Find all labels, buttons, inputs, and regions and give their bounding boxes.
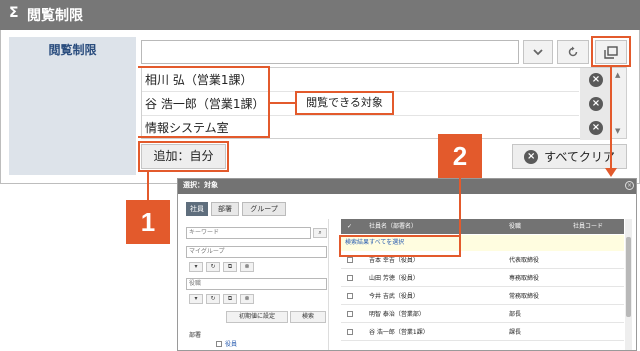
keyword-input[interactable]: キーワード [186, 227, 311, 239]
dialog-header: 選択：対象 × [178, 179, 636, 194]
code-column: 社員コード [573, 223, 604, 230]
popup-window-icon[interactable]: ⧉ [223, 262, 237, 272]
tab-employee[interactable]: 社員 [186, 202, 208, 216]
check-column[interactable]: ✓ [347, 219, 352, 234]
callout-connector [270, 102, 295, 104]
remove-icon: × [589, 73, 603, 87]
tab-group[interactable]: グループ [242, 202, 286, 216]
remove-icon: × [589, 121, 603, 135]
close-icon[interactable]: × [625, 181, 634, 190]
results-header: ✓ 社員名（部署名） 役職 社員コード [341, 219, 624, 234]
list-callout-label: 閲覧できる対象 [295, 91, 394, 115]
popup-window-icon[interactable]: ⧉ [223, 294, 237, 304]
table-row[interactable]: 今井 吉武（役員） 常務取締役 [341, 288, 624, 305]
select-all-highlight [339, 235, 461, 257]
row-checkbox[interactable] [347, 329, 353, 335]
list-scrollbar[interactable]: ▲ ▼ [611, 68, 626, 138]
chevron-down-icon[interactable]: ▾ [189, 294, 203, 304]
my-group-input[interactable]: マイグループ [186, 246, 327, 258]
table-row[interactable]: 明智 泰治（営業部） 部長 [341, 306, 624, 323]
field-label-cell: 閲覧制限 [9, 37, 136, 175]
remove-item-button[interactable]: × [580, 116, 612, 140]
callout-1-connector [147, 172, 149, 200]
target-search-input[interactable] [141, 40, 519, 64]
reset-defaults-button[interactable]: 初期値に設定 [226, 311, 288, 323]
list-bracket-highlight [138, 66, 270, 138]
row-checkbox[interactable] [347, 311, 353, 317]
dept-checkbox[interactable] [216, 341, 222, 347]
section-title: 閲覧制限 [27, 8, 83, 24]
popup-button-highlight [591, 36, 631, 67]
callout-2-connector [459, 172, 461, 247]
clear-icon[interactable]: ⊗ [240, 262, 254, 272]
refresh-icon [568, 46, 578, 57]
position-column: 役職 [509, 223, 522, 230]
row-checkbox[interactable] [347, 275, 353, 281]
dropdown-button[interactable] [523, 40, 553, 64]
search-button[interactable]: 検索 [290, 311, 326, 323]
sigma-icon: Σ [9, 5, 19, 21]
remove-item-button[interactable]: × [580, 92, 612, 116]
search-panel: キーワード ⌕ マイグループ ▾ ↻ ⧉ ⊗ 役職 ▾ ↻ ⧉ ⊗ 初期値に設定… [186, 219, 329, 350]
table-row[interactable]: 谷 浩一郎（営業1課） 課長 [341, 324, 624, 341]
popup-connector-line [610, 67, 612, 175]
reset-button[interactable] [557, 40, 589, 64]
chevron-down-icon[interactable]: ▾ [189, 262, 203, 272]
section-header: Σ 閲覧制限 [0, 0, 640, 30]
arrow-down-icon [605, 168, 617, 177]
add-button-highlight [138, 141, 229, 172]
position-input[interactable]: 役職 [186, 278, 327, 290]
results-scrollbar[interactable] [625, 219, 632, 350]
remove-item-button[interactable]: × [580, 68, 612, 92]
chevron-down-icon [533, 49, 543, 56]
refresh-icon[interactable]: ↻ [206, 262, 220, 272]
select-target-dialog: 選択：対象 × 社員 部署 グループ キーワード ⌕ マイグループ ▾ ↻ ⧉ … [177, 178, 637, 351]
name-column: 社員名（部署名） [369, 223, 418, 230]
scrollbar-thumb[interactable] [626, 237, 631, 317]
dept-label: 部署 [189, 332, 202, 339]
dialog-title: 選択：対象 [183, 181, 218, 189]
field-label: 閲覧制限 [48, 43, 97, 57]
callout-number-2: 2 [438, 134, 482, 178]
dept-item[interactable]: 役員 [225, 339, 237, 348]
row-checkbox[interactable] [347, 257, 353, 263]
tab-department[interactable]: 部署 [211, 202, 239, 216]
search-icon[interactable]: ⌕ [313, 228, 327, 238]
scroll-up-icon: ▲ [615, 71, 621, 79]
remove-icon: × [589, 97, 603, 111]
clear-icon[interactable]: ⊗ [240, 294, 254, 304]
callout-number-1: 1 [126, 200, 170, 244]
row-checkbox[interactable] [347, 293, 353, 299]
refresh-icon[interactable]: ↻ [206, 294, 220, 304]
clear-icon: × [524, 149, 539, 164]
table-row[interactable]: 山田 芳徳（役員） 専務取締役 [341, 270, 624, 287]
scroll-down-icon: ▼ [615, 127, 621, 135]
